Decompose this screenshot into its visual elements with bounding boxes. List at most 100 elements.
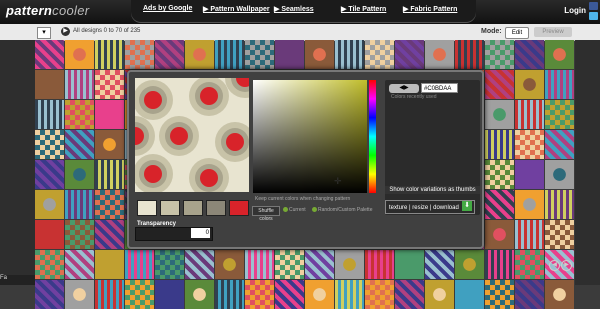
color-swatch-2[interactable] — [160, 200, 180, 216]
pattern-thumbnail[interactable] — [365, 40, 394, 69]
pattern-thumbnail[interactable] — [485, 40, 514, 69]
logo[interactable]: patterncooler — [6, 3, 89, 18]
pattern-thumbnail[interactable] — [395, 40, 424, 69]
pattern-thumbnail[interactable] — [545, 130, 574, 159]
pattern-thumbnail[interactable] — [455, 250, 484, 279]
pattern-thumbnail[interactable] — [155, 280, 184, 309]
pattern-thumbnail[interactable] — [425, 250, 454, 279]
variations-toggle[interactable]: Show color variations as thumbs — [385, 186, 480, 194]
pattern-thumbnail[interactable] — [95, 280, 124, 309]
pattern-thumbnail[interactable] — [485, 130, 514, 159]
pattern-thumbnail[interactable] — [545, 190, 574, 219]
pattern-thumbnail[interactable] — [95, 250, 124, 279]
bottom-tab[interactable]: Fa — [0, 275, 35, 285]
pattern-thumbnail[interactable] — [185, 280, 214, 309]
pattern-thumbnail[interactable] — [35, 130, 64, 159]
apply-color-button[interactable]: ◀▶ — [389, 84, 419, 93]
tile-pattern-link[interactable]: ▶ Tile Pattern — [341, 5, 386, 13]
pattern-thumbnail[interactable] — [365, 250, 394, 279]
pattern-thumbnail[interactable] — [65, 100, 94, 129]
radio-random[interactable]: Random/Custom Palette — [312, 207, 372, 213]
pattern-thumbnail[interactable] — [215, 40, 244, 69]
pattern-thumbnail[interactable] — [35, 70, 64, 99]
preview-button[interactable]: Preview — [534, 27, 572, 37]
pattern-thumbnail[interactable] — [245, 250, 274, 279]
pattern-thumbnail[interactable] — [485, 70, 514, 99]
pattern-thumbnail[interactable] — [65, 40, 94, 69]
pattern-thumbnail[interactable] — [65, 220, 94, 249]
pattern-thumbnail[interactable] — [215, 250, 244, 279]
pattern-thumbnail[interactable] — [275, 40, 304, 69]
pattern-thumbnail[interactable] — [65, 130, 94, 159]
pattern-thumbnail[interactable] — [545, 40, 574, 69]
pattern-thumbnail[interactable] — [515, 100, 544, 129]
edit-button[interactable]: Edit — [505, 27, 529, 39]
ads-link[interactable]: Ads by Google — [143, 5, 192, 12]
pattern-thumbnail[interactable] — [485, 220, 514, 249]
pattern-thumbnail[interactable] — [95, 100, 124, 129]
pattern-thumbnail[interactable] — [35, 100, 64, 129]
pattern-thumbnail[interactable] — [545, 220, 574, 249]
pattern-thumbnail[interactable] — [515, 250, 544, 279]
radio-current[interactable]: Current — [283, 207, 306, 213]
pattern-thumbnail[interactable] — [35, 220, 64, 249]
pattern-thumbnail[interactable] — [65, 250, 94, 279]
login-link[interactable]: Login — [564, 6, 586, 15]
pattern-thumbnail[interactable] — [125, 250, 154, 279]
twitter-icon[interactable] — [589, 12, 598, 20]
pattern-thumbnail[interactable] — [515, 130, 544, 159]
transparency-value[interactable]: 0 — [191, 228, 210, 238]
pattern-thumbnail[interactable] — [545, 280, 574, 309]
seamless-link[interactable]: ▶ Seamless — [274, 5, 314, 13]
pattern-thumbnail[interactable] — [485, 280, 514, 309]
pattern-thumbnail[interactable] — [245, 40, 274, 69]
pattern-thumbnail[interactable] — [395, 250, 424, 279]
pattern-thumbnail[interactable] — [95, 220, 124, 249]
pattern-thumbnail[interactable] — [35, 250, 64, 279]
pattern-thumbnail[interactable] — [335, 40, 364, 69]
color-swatch-3[interactable] — [183, 200, 203, 216]
prev-page-icon[interactable]: ◀ — [549, 260, 560, 271]
pattern-wallpaper-link[interactable]: ▶ Pattern Wallpaper — [203, 5, 270, 13]
pattern-thumbnail[interactable] — [155, 40, 184, 69]
pattern-thumbnail[interactable] — [545, 160, 574, 189]
pattern-thumbnail[interactable] — [515, 190, 544, 219]
pattern-thumbnail[interactable] — [515, 220, 544, 249]
pattern-thumbnail[interactable] — [515, 40, 544, 69]
pattern-thumbnail[interactable] — [275, 250, 304, 279]
pattern-thumbnail[interactable] — [485, 250, 514, 279]
pattern-thumbnail[interactable] — [455, 280, 484, 309]
pattern-thumbnail[interactable] — [65, 160, 94, 189]
pattern-thumbnail[interactable] — [305, 280, 334, 309]
pattern-thumbnail[interactable] — [545, 70, 574, 99]
fabric-pattern-link[interactable]: ▶ Fabric Pattern — [403, 5, 457, 13]
pattern-thumbnail[interactable] — [515, 160, 544, 189]
pattern-thumbnail[interactable] — [305, 250, 334, 279]
pattern-thumbnail[interactable] — [395, 280, 424, 309]
saturation-value-picker[interactable] — [253, 80, 367, 193]
pattern-thumbnail[interactable] — [95, 70, 124, 99]
pattern-thumbnail[interactable] — [35, 160, 64, 189]
pattern-thumbnail[interactable] — [35, 40, 64, 69]
color-swatch-4[interactable] — [206, 200, 226, 216]
pattern-thumbnail[interactable] — [185, 40, 214, 69]
pattern-thumbnail[interactable] — [155, 250, 184, 279]
keep-colors-label[interactable]: Keep current colors when changing patter… — [255, 196, 350, 202]
pattern-thumbnail[interactable] — [65, 70, 94, 99]
pattern-thumbnail[interactable] — [35, 190, 64, 219]
pattern-thumbnail[interactable] — [125, 280, 154, 309]
pattern-thumbnail[interactable] — [425, 280, 454, 309]
pattern-thumbnail[interactable] — [515, 70, 544, 99]
pattern-thumbnail[interactable] — [185, 250, 214, 279]
facebook-icon[interactable] — [589, 2, 598, 10]
pattern-thumbnail[interactable] — [485, 190, 514, 219]
pattern-thumbnail[interactable] — [455, 40, 484, 69]
pattern-thumbnail[interactable] — [485, 160, 514, 189]
next-page-icon[interactable]: ▶ — [561, 260, 572, 271]
chevron-down-icon[interactable]: ▾ — [37, 27, 51, 39]
hue-slider[interactable] — [369, 80, 376, 193]
pattern-thumbnail[interactable] — [65, 280, 94, 309]
pattern-thumbnail[interactable] — [95, 160, 124, 189]
pattern-thumbnail[interactable] — [245, 280, 274, 309]
download-icon[interactable]: ⬇ — [462, 201, 472, 211]
